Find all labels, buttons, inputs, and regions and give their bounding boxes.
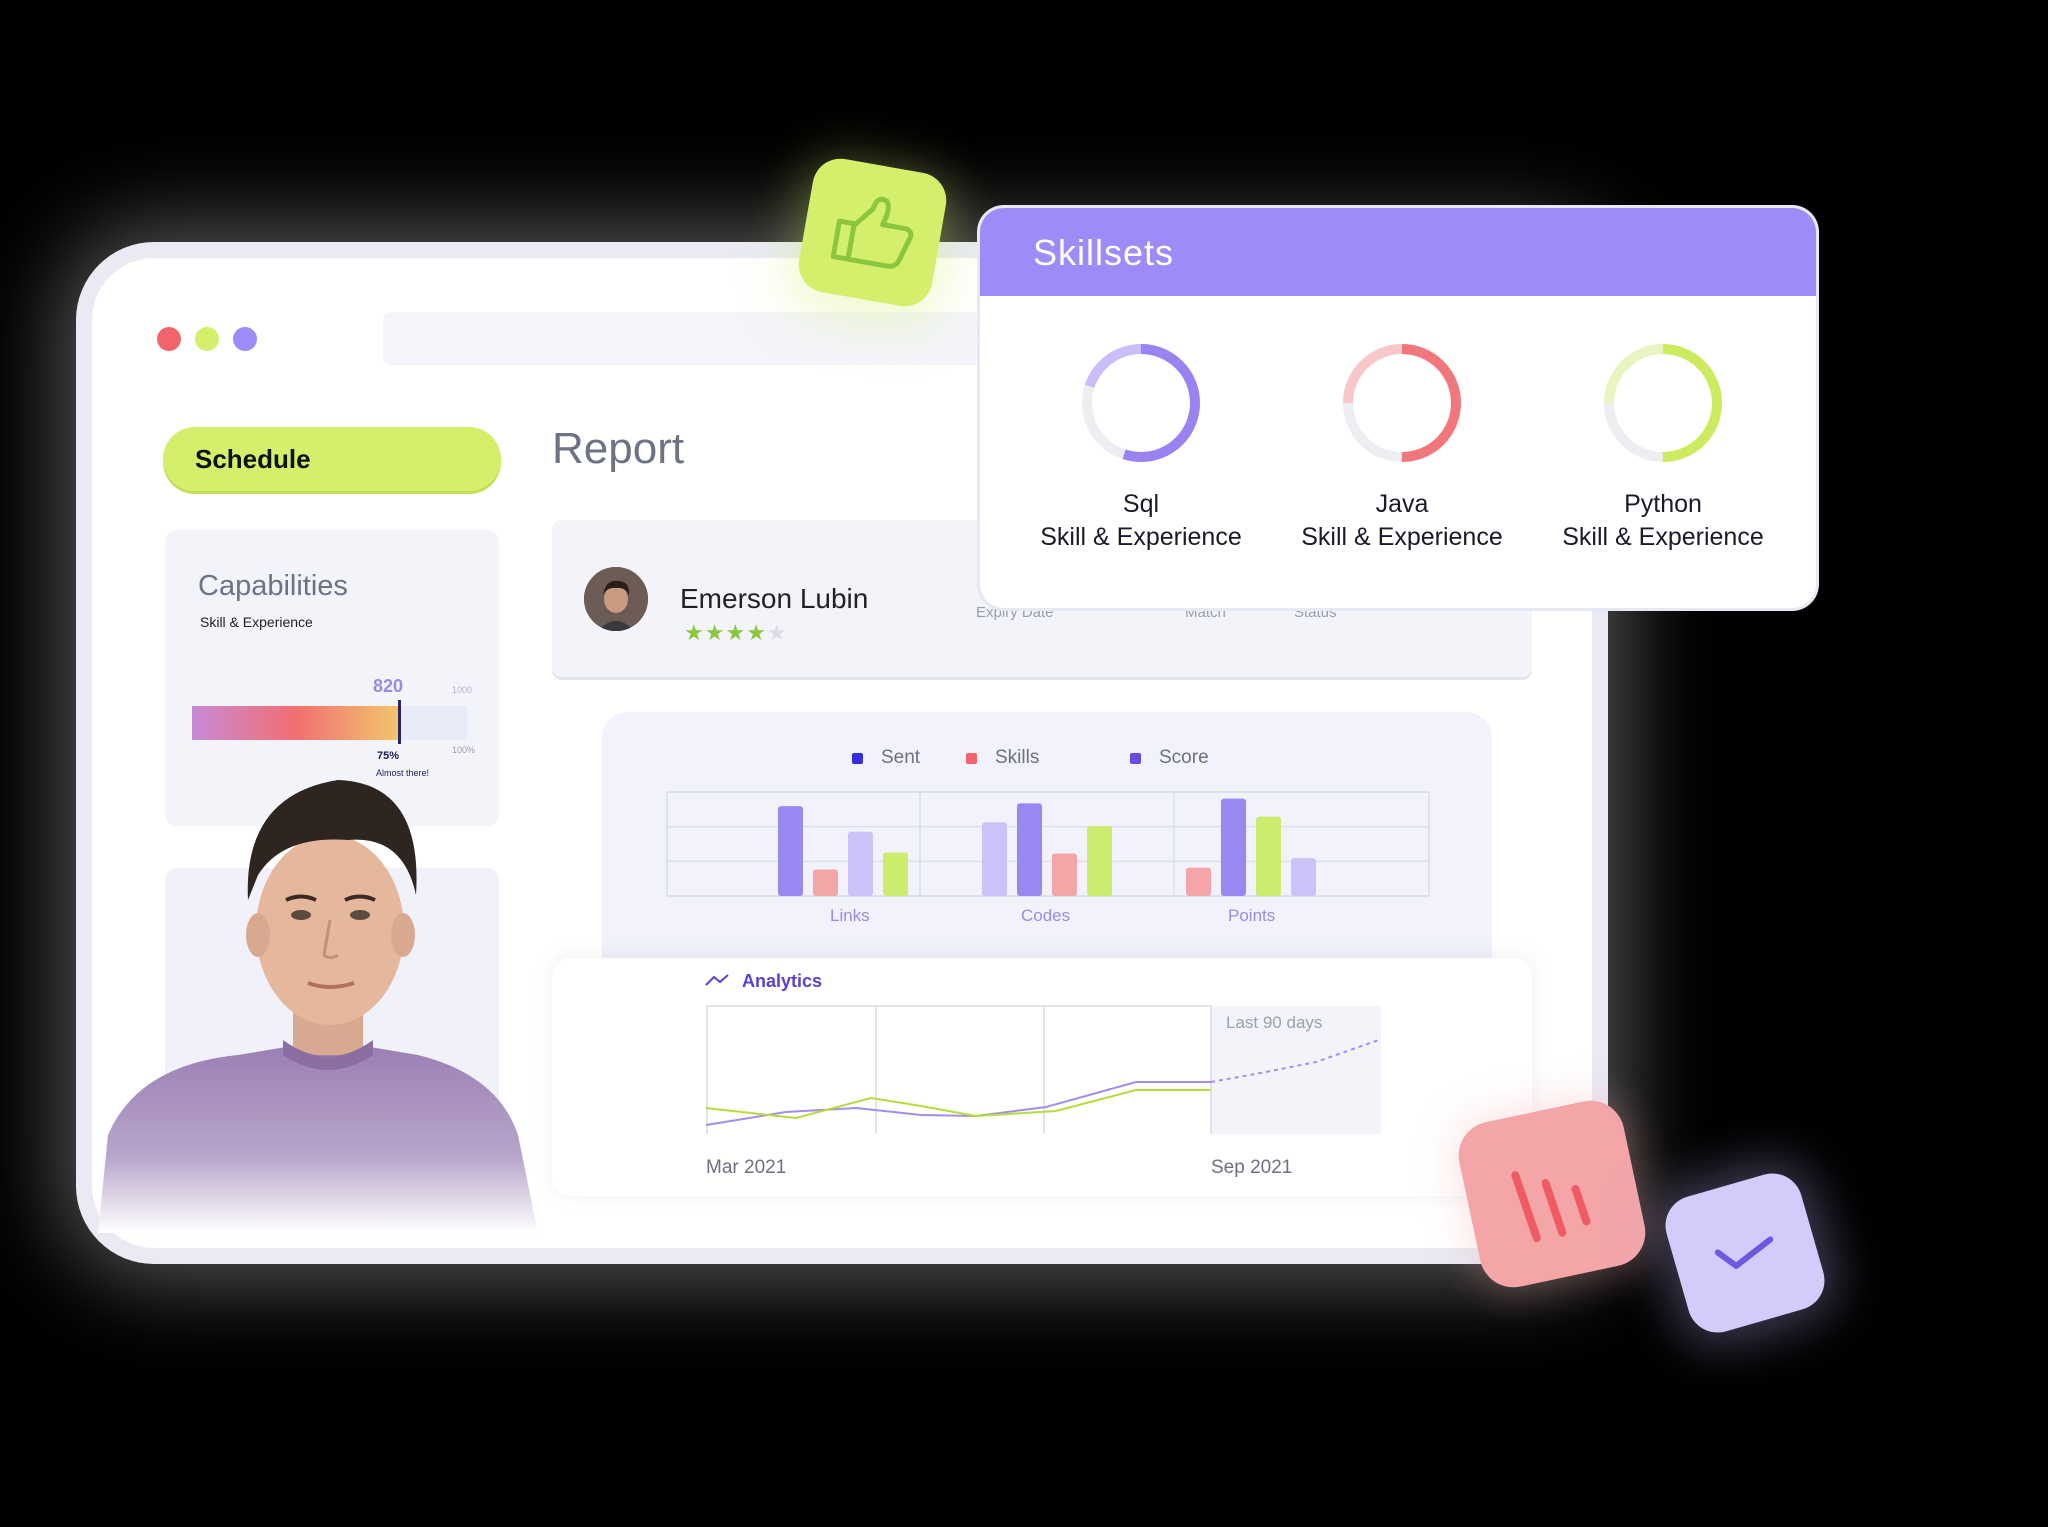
sql-donut-secondary [1082, 344, 1200, 462]
star-filled-icon: ★ [704, 620, 726, 645]
star-filled-icon: ★ [746, 620, 767, 645]
legend-score-swatch [1130, 752, 1141, 764]
python-name: Python [1624, 490, 1702, 518]
bar-links-score [848, 831, 873, 896]
capabilities-full-label: 100% [452, 745, 476, 755]
legend-skills-swatch [966, 752, 977, 764]
start-date-label: Mar 2021 [706, 1157, 787, 1178]
profile-avatar [584, 567, 648, 631]
bar-chart [666, 791, 1430, 897]
date-range-label[interactable]: Last 90 days [1226, 1013, 1322, 1033]
capabilities-subtitle: Skill & Experience [200, 614, 313, 630]
bar-codes-skills [1052, 853, 1077, 896]
legend-sent-swatch [852, 752, 863, 764]
x-label-codes: Codes [1021, 906, 1071, 925]
bar-codes-series4 [1087, 826, 1112, 896]
bar-links-skills [813, 869, 838, 896]
java-donut [1343, 344, 1461, 462]
x-label-points: Points [1228, 906, 1276, 925]
capabilities-max-label: 1000 [452, 685, 473, 695]
bar-codes-score [982, 822, 1007, 896]
maximize-window-dot[interactable] [233, 327, 257, 351]
analytics-title[interactable]: Analytics [742, 971, 822, 992]
end-date-label: Sep 2021 [1211, 1157, 1293, 1178]
legend-skills: Skills [966, 747, 1039, 769]
legend-score-label: Score [1159, 747, 1209, 768]
bar-links-series4 [883, 852, 908, 896]
legend-score: Score [1130, 747, 1209, 769]
java-subtitle: Skill & Experience [1301, 523, 1503, 551]
close-window-dot[interactable] [157, 327, 181, 351]
capabilities-progress-fill [192, 706, 398, 740]
bar-lines-icon [1511, 1171, 1591, 1243]
capabilities-value: 820 [373, 676, 404, 696]
bar-points-score [1291, 858, 1316, 896]
stats-badge[interactable] [1452, 1094, 1652, 1294]
address-bar[interactable] [383, 312, 1003, 365]
java-name: Java [1375, 490, 1429, 518]
series-line-purple [706, 1081, 1211, 1126]
thumbs-up-icon [830, 196, 914, 269]
bar-points-sent [1221, 798, 1246, 896]
sql-subtitle: Skill & Experience [1040, 523, 1242, 551]
capabilities-progress-marker [398, 700, 401, 744]
check-icon [1714, 1236, 1774, 1269]
minimize-window-dot[interactable] [195, 327, 219, 351]
star-filled-icon: ★ [725, 620, 747, 645]
capabilities-title: Capabilities [198, 570, 348, 602]
check-badge[interactable] [1658, 1166, 1832, 1340]
skillsets-panel: Skillsets Sql Skill & Experience Java Sk… [980, 208, 1816, 608]
python-donut [1604, 344, 1722, 462]
trend-icon [705, 974, 729, 986]
bar-links-sent [778, 806, 803, 896]
schedule-button[interactable]: Schedule [163, 427, 501, 491]
x-label-links: Links [830, 906, 870, 925]
skillsets-title: Skillsets [1033, 232, 1175, 273]
star-empty-icon: ★ [766, 620, 788, 645]
bar-points-skills [1186, 867, 1211, 896]
legend-sent: Sent [852, 747, 920, 769]
sql-donut [1082, 344, 1200, 462]
star-filled-icon: ★ [684, 620, 705, 645]
legend-sent-label: Sent [881, 747, 921, 768]
page-title: Report [552, 424, 685, 473]
profile-rating-stars: ★★★★★ [684, 620, 788, 646]
legend-skills-label: Skills [995, 747, 1040, 768]
python-subtitle: Skill & Experience [1562, 523, 1764, 551]
profile-name: Emerson Lubin [680, 583, 869, 614]
bar-points-series4 [1256, 816, 1281, 896]
person-photo [98, 755, 576, 1233]
sql-name: Sql [1122, 490, 1160, 518]
thumbs-up-badge[interactable] [794, 154, 951, 311]
bar-codes-sent [1017, 803, 1042, 896]
series-line-green [706, 1089, 1211, 1120]
